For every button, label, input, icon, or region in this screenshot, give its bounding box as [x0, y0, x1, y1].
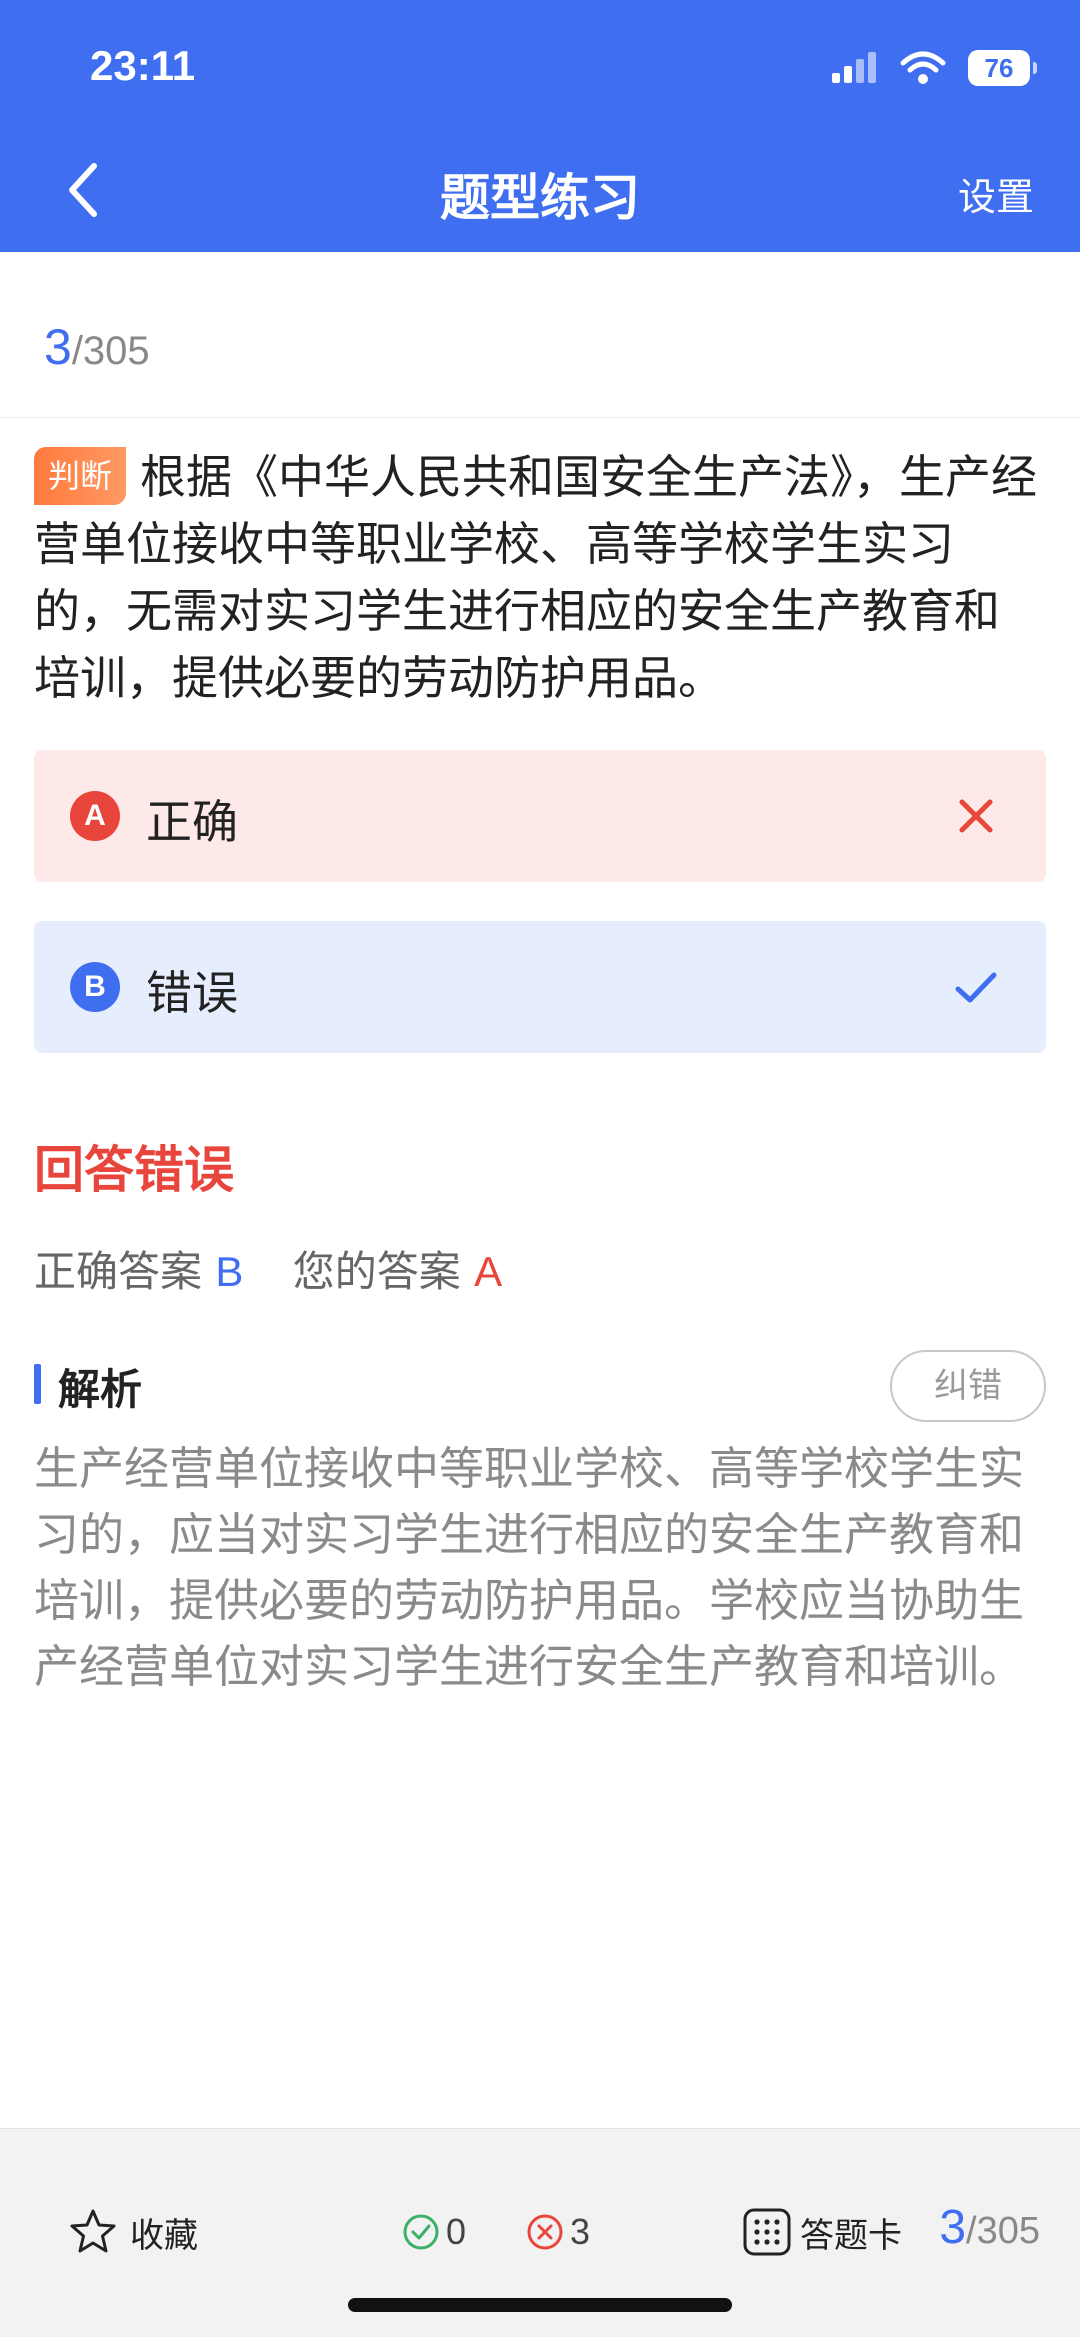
progress-row — [0, 252, 1080, 418]
correct-count: 0 — [446, 2211, 467, 2252]
question-block: 判断 根据《中华人民共和国安全生产法》，生产经营单位接收中等职业学校、高等学校学生… — [34, 444, 1044, 712]
question-progress: 3/305 — [44, 318, 150, 376]
answer-card-button[interactable]: 答题卡 — [742, 2200, 902, 2264]
wrong-counter: 3 — [526, 2200, 590, 2264]
option-a-text: 正确 — [146, 795, 238, 849]
option-a-letter: A — [70, 791, 120, 841]
analysis-title: 解析 — [58, 1365, 143, 1414]
correct-circle-icon — [403, 2214, 439, 2250]
report-error-button[interactable]: 纠错 — [890, 1350, 1046, 1422]
grid-icon — [743, 2208, 791, 2256]
option-b-text: 错误 — [146, 966, 238, 1020]
your-answer-value: A — [474, 1248, 503, 1295]
your-answer-label: 您的答案 — [292, 1247, 461, 1296]
progress-current: 3 — [44, 319, 72, 375]
answer-row: 正确答案 B 您的答案 A — [34, 1238, 502, 1299]
question-type-tag: 判断 — [34, 447, 127, 505]
bottom-progress: 3/305 — [939, 2200, 1040, 2255]
analysis-text: 生产经营单位接收中等职业学校、高等学校学生实习的，应当对实习学生进行相应的安全生… — [34, 1442, 1025, 1693]
analysis-accent-bar — [34, 1364, 41, 1404]
question-text: 根据《中华人民共和国安全生产法》，生产经营单位接收中等职业学校、高等学校学生实习… — [34, 450, 1038, 705]
check-icon — [955, 972, 997, 1003]
settings-button[interactable]: 设置 — [958, 166, 1034, 221]
result-title: 回答错误 — [34, 1141, 234, 1199]
app-header: 23:11 76 题型练习 设置 — [0, 0, 1080, 252]
favorite-button[interactable]: 收藏 — [68, 2200, 198, 2264]
bottom-progress-current: 3 — [939, 2201, 967, 2254]
battery-icon: 76 — [968, 50, 1037, 86]
progress-total: /305 — [71, 329, 150, 373]
wrong-x-icon — [959, 799, 993, 833]
signal-icon — [832, 52, 876, 83]
favorite-label: 收藏 — [130, 2215, 198, 2256]
wifi-icon — [900, 51, 946, 84]
status-icons: 76 — [830, 46, 1037, 90]
page-title: 题型练习 — [440, 169, 640, 227]
home-indicator[interactable] — [348, 2298, 732, 2312]
option-a[interactable]: A 正确 — [34, 750, 1046, 882]
wrong-count: 3 — [570, 2211, 591, 2252]
option-b-letter: B — [70, 962, 120, 1012]
option-b[interactable]: B 错误 — [34, 921, 1046, 1053]
correct-counter: 0 — [402, 2200, 466, 2264]
correct-answer-value: B — [215, 1248, 244, 1295]
status-time: 23:11 — [90, 42, 196, 89]
correct-answer-label: 正确答案 — [34, 1247, 203, 1296]
answer-card-label: 答题卡 — [800, 2215, 902, 2256]
star-icon — [70, 2209, 116, 2253]
wrong-circle-icon — [527, 2214, 563, 2250]
bottom-progress-total: /305 — [966, 2210, 1040, 2252]
